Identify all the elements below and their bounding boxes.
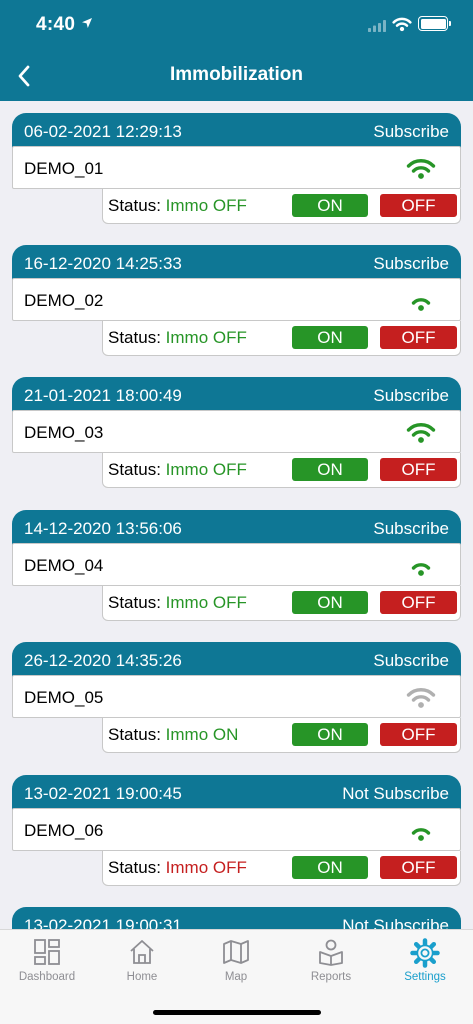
home-indicator [153, 1010, 321, 1015]
device-name: DEMO_04 [24, 556, 104, 575]
device-timestamp: 13-02-2021 19:00:31 [24, 916, 182, 929]
device-timestamp: 26-12-2020 14:35:26 [24, 651, 182, 670]
home-icon [130, 940, 154, 964]
dashboard-grid-icon [34, 939, 60, 965]
device-row[interactable]: DEMO_04 [12, 543, 461, 586]
immobilize-off-button[interactable]: OFF [380, 856, 457, 879]
status-value: Immo OFF [165, 858, 247, 877]
subscription-status: Subscribe [373, 651, 449, 670]
subscription-status: Subscribe [373, 122, 449, 141]
status-row: Status: Immo ON ON OFF [102, 718, 461, 753]
device-timestamp: 21-01-2021 18:00:49 [24, 386, 182, 405]
subscription-status: Not Subscribe [342, 916, 449, 929]
status-row: Status: Immo OFF ON OFF [102, 851, 461, 886]
tab-label: Home [126, 971, 158, 983]
immobilize-off-button[interactable]: OFF [380, 591, 457, 614]
status-row: Status: Immo OFF ON OFF [102, 189, 461, 224]
tab-label: Reports [310, 971, 352, 983]
tab-settings[interactable]: Settings [378, 930, 472, 990]
wifi-status-icon [392, 17, 412, 32]
status-label: Status: Immo OFF [108, 328, 247, 347]
device-timestamp: 16-12-2020 14:25:33 [24, 254, 182, 273]
device-timestamp: 06-02-2021 12:29:13 [24, 122, 182, 141]
status-label: Status: Immo OFF [108, 593, 247, 612]
battery-icon [418, 16, 451, 31]
device-row[interactable]: DEMO_05 [12, 675, 461, 718]
immobilize-on-button[interactable]: ON [292, 723, 368, 746]
device-name: DEMO_06 [24, 821, 104, 840]
gear-icon [410, 938, 440, 968]
location-arrow-icon [82, 18, 92, 28]
immobilize-off-button[interactable]: OFF [380, 194, 457, 217]
immobilize-on-button[interactable]: ON [292, 856, 368, 879]
signal-weak-icon [411, 828, 431, 841]
immobilize-on-button[interactable]: ON [292, 194, 368, 217]
status-row: Status: Immo OFF ON OFF [102, 321, 461, 356]
app-header: 4:40 Immobilization [0, 0, 473, 101]
status-label: Status: Immo OFF [108, 196, 247, 215]
subscription-status: Subscribe [373, 519, 449, 538]
tab-label: Settings [404, 971, 446, 983]
immobilize-on-button[interactable]: ON [292, 591, 368, 614]
signal-weak-icon [411, 563, 431, 576]
status-value: Immo OFF [165, 328, 247, 347]
device-row[interactable]: DEMO_02 [12, 278, 461, 321]
immobilize-on-button[interactable]: ON [292, 458, 368, 481]
status-time: 4:40 [36, 14, 76, 35]
status-label: Status: Immo OFF [108, 858, 247, 877]
subscription-status: Subscribe [373, 386, 449, 405]
map-icon [223, 940, 249, 964]
signal-strong-icon [406, 423, 436, 443]
status-label: Status: Immo ON [108, 725, 239, 744]
immobilize-off-button[interactable]: OFF [380, 326, 457, 349]
subscription-status: Not Subscribe [342, 784, 449, 803]
tab-home[interactable]: Home [95, 930, 189, 990]
signal-none-icon [406, 688, 436, 708]
immobilize-off-button[interactable]: OFF [380, 723, 457, 746]
immobilize-on-button[interactable]: ON [292, 326, 368, 349]
device-timestamp: 14-12-2020 13:56:06 [24, 519, 182, 538]
immobilize-off-button[interactable]: OFF [380, 458, 457, 481]
reports-icon [319, 939, 343, 966]
cellular-signal-icon [368, 20, 386, 32]
status-row: Status: Immo OFF ON OFF [102, 453, 461, 488]
device-list[interactable]: 06-02-2021 12:29:13 Subscribe DEMO_01 St… [0, 101, 473, 929]
device-row[interactable]: DEMO_03 [12, 410, 461, 453]
status-value: Immo OFF [165, 593, 247, 612]
page-title: Immobilization [170, 64, 303, 85]
tab-dashboard[interactable]: Dashboard [0, 930, 94, 990]
device-name: DEMO_02 [24, 291, 104, 310]
status-value: Immo ON [165, 725, 239, 744]
subscription-status: Subscribe [373, 254, 449, 273]
signal-weak-icon [411, 298, 431, 311]
device-row[interactable]: DEMO_01 [12, 146, 461, 189]
tab-reports[interactable]: Reports [284, 930, 378, 990]
status-value: Immo OFF [165, 460, 247, 479]
tab-label: Map [224, 971, 248, 983]
device-row[interactable]: DEMO_06 [12, 808, 461, 851]
device-timestamp: 13-02-2021 19:00:45 [24, 784, 182, 803]
status-bar: 4:40 [0, 0, 473, 50]
device-name: DEMO_03 [24, 423, 104, 442]
card-header: 13-02-2021 19:00:31 Not Subscribe [12, 907, 461, 929]
signal-strong-icon [406, 159, 436, 179]
status-row: Status: Immo OFF ON OFF [102, 586, 461, 621]
status-label: Status: Immo OFF [108, 460, 247, 479]
device-name: DEMO_05 [24, 688, 104, 707]
status-value: Immo OFF [165, 196, 247, 215]
device-name: DEMO_01 [24, 159, 104, 178]
tab-label: Dashboard [18, 971, 76, 983]
tab-map[interactable]: Map [189, 930, 283, 990]
